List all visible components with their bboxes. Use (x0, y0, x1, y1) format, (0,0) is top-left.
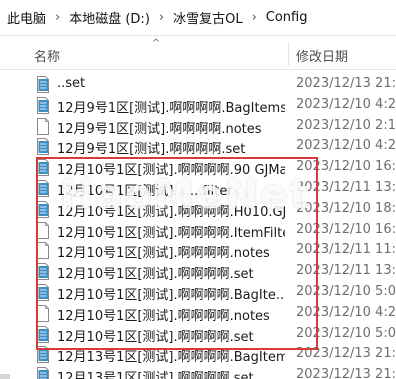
file-name: 12月10号1区[测试].啊啊啊啊.set (57, 329, 254, 345)
settings-file-icon (35, 263, 51, 281)
breadcrumb: 此电脑 › 本地磁盘 (D:) › 冰雪复古OL › Config (0, 0, 396, 36)
text-file-icon (35, 221, 51, 239)
settings-file-icon (35, 179, 51, 197)
file-modified-date: 2023/12/13 21:14 (296, 346, 396, 362)
settings-file-icon (35, 76, 51, 93)
breadcrumb-item-this-pc[interactable]: 此电脑 (4, 8, 49, 27)
file-row[interactable]: 12月10号1区[测试].啊啊啊啊.90 GJMap... 2023/12/10 … (0, 157, 396, 178)
settings-file-icon (35, 325, 51, 343)
file-name: 12月10号1区[测试].啊啊啊啊.set (57, 267, 254, 283)
file-modified-date: 2023/12/10 18:21 (296, 200, 396, 216)
column-divider[interactable] (288, 42, 289, 66)
file-row[interactable]: 12月13号1区[测试].啊啊啊啊.BagItems.set 2023/12/13… (0, 344, 396, 365)
file-modified-date: 2023/12/10 4:25 (296, 138, 396, 154)
column-header-date[interactable]: 修改日期 (296, 46, 348, 65)
file-row[interactable]: 12月10号1区[测试].啊啊啊啊.ItemFilter.... 2023/12/… (0, 220, 396, 241)
settings-file-icon (35, 367, 51, 379)
sort-ascending-icon: ^ (152, 38, 161, 49)
file-modified-date: 2023/12/10 5:04 (296, 283, 396, 299)
file-modified-date: 2023/12/10 4:25 (296, 96, 396, 112)
file-list: ..set 2023/12/13 21:17 12月9号1区[测试].啊啊啊啊.Ba… (0, 74, 396, 379)
file-row[interactable]: 12月10号1区[测试].啊啊啊啊.notes 2023/12/10 4:28 (0, 303, 396, 324)
file-row[interactable]: 12月10号1区[测试].啊啊啊啊.set 2023/12/10 5:04 (0, 324, 396, 345)
file-row[interactable]: 12月10号1区[测试].啊啊啊啊.BagIte... 2023/12/10 5:… (0, 282, 396, 303)
file-name: 12月10号1区[测试].啊啊啊啊.90 GJMap... (57, 163, 285, 179)
text-file-icon (35, 304, 51, 322)
breadcrumb-separator-icon[interactable]: › (246, 10, 263, 25)
breadcrumb-separator-icon[interactable]: › (153, 10, 170, 25)
file-modified-date: 2023/12/11 13:34 (296, 263, 396, 279)
file-modified-date: 2023/12/11 13:34 (296, 179, 396, 195)
settings-file-icon (35, 283, 51, 301)
file-row[interactable]: 12月9号1区[测试].啊啊啊啊.set 2023/12/10 4:25 (0, 136, 396, 157)
text-file-icon (35, 117, 51, 135)
file-name: 12月13号1区[测试].啊啊啊啊.set (57, 371, 254, 379)
file-name: 12月10号1区[测试].啊啊啊啊.H010.GJM... (57, 204, 285, 220)
file-modified-date: 2023/12/10 2:13 (296, 117, 396, 133)
breadcrumb-item-game-folder[interactable]: 冰雪复古OL (170, 8, 245, 27)
file-name: 12月9号1区[测试].啊啊啊啊.BagItems.set (57, 100, 285, 116)
column-header-name[interactable]: 名称 (34, 46, 60, 65)
file-name: 12月10号1区[测试]. .....filter (57, 183, 233, 199)
file-modified-date: 2023/12/11 11:55 (296, 242, 396, 258)
file-modified-date: 2023/12/10 5:04 (296, 325, 396, 341)
file-modified-date: 2023/12/10 16:15 (296, 159, 396, 175)
file-row[interactable]: 12月10号1区[测试].啊啊啊啊.notes 2023/12/11 11:55 (0, 240, 396, 261)
file-row[interactable]: 12月13号1区[测试].啊啊啊啊.set 2023/12/13 21:14 (0, 365, 396, 379)
settings-file-icon (35, 96, 51, 114)
file-row[interactable]: 12月9号1区[测试].啊啊啊啊.BagItems.set 2023/12/10 … (0, 95, 396, 116)
file-name: ..set (57, 76, 86, 91)
settings-file-icon (35, 346, 51, 364)
file-row[interactable]: 12月10号1区[测试].啊啊啊啊.set 2023/12/11 13:34 (0, 261, 396, 282)
file-row[interactable]: 12月10号1区[测试].啊啊啊啊.H010.GJM... 2023/12/10 … (0, 199, 396, 220)
text-file-icon (35, 242, 51, 260)
breadcrumb-item-config[interactable]: Config (263, 10, 311, 25)
file-name: 12月10号1区[测试].啊啊啊啊.ItemFilter.... (57, 225, 285, 241)
file-modified-date: 2023/12/10 16:54 (296, 221, 396, 237)
breadcrumb-item-local-disk[interactable]: 本地磁盘 (D:) (66, 8, 153, 27)
file-modified-date: 2023/12/10 4:28 (296, 304, 396, 320)
column-header-row: 名称 ^ 修改日期 (0, 36, 396, 70)
file-name: 12月10号1区[测试].啊啊啊啊.notes (57, 246, 270, 262)
file-name: 12月9号1区[测试].啊啊啊啊.set (57, 142, 246, 158)
settings-file-icon (35, 138, 51, 156)
file-name: 12月13号1区[测试].啊啊啊啊.BagItems.set (57, 350, 285, 366)
settings-file-icon (35, 159, 51, 177)
breadcrumb-separator-icon[interactable]: › (49, 10, 66, 25)
file-row[interactable]: 12月9号1区[测试].啊啊啊啊.notes 2023/12/10 2:13 (0, 116, 396, 137)
file-modified-date: 2023/12/13 21:14 (296, 367, 396, 379)
file-name: 12月10号1区[测试].啊啊啊啊.notes (57, 308, 270, 324)
file-modified-date: 2023/12/13 21:17 (296, 76, 396, 91)
settings-file-icon (35, 200, 51, 218)
file-row[interactable]: 12月10号1区[测试]. .....filter 2023/12/11 13:3… (0, 178, 396, 199)
file-name: 12月9号1区[测试].啊啊啊啊.notes (57, 121, 262, 137)
file-row[interactable]: ..set 2023/12/13 21:17 (0, 74, 396, 95)
file-name: 12月10号1区[测试].啊啊啊啊.BagIte... (57, 287, 285, 303)
